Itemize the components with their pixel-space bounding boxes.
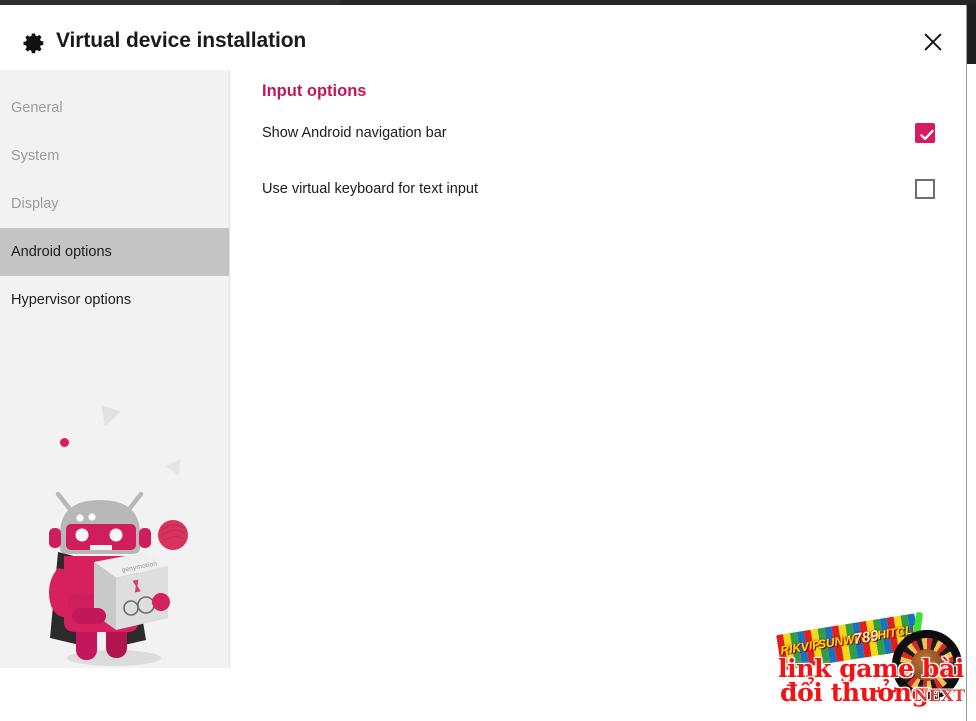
settings-main-pane: Input options Show Android navigation ba… [231, 70, 966, 668]
sidebar-nav: General System Display Android options H… [0, 70, 229, 324]
option-row-show-navigation-bar: Show Android navigation bar [262, 122, 935, 144]
sidebar-item-label: Hypervisor options [11, 292, 132, 308]
decorative-triangle [95, 405, 121, 430]
watermark-next-label: NEXT [914, 686, 966, 705]
close-button[interactable] [918, 27, 948, 57]
mascot-box: genymotion [94, 552, 170, 630]
dialog-title: Virtual device installation [56, 29, 307, 52]
window-chrome-strip [0, 0, 976, 5]
watermark-line-2: đổi thưởng [780, 678, 929, 707]
sidebar-item-general[interactable]: General [0, 84, 229, 132]
gear-icon [22, 31, 46, 55]
dialog-header: Virtual device installation [0, 5, 966, 70]
window-chrome-tabs [0, 0, 340, 5]
option-label: Use virtual keyboard for text input [262, 181, 478, 197]
section-title-input-options: Input options [262, 82, 367, 100]
sidebar-item-label: General [11, 100, 63, 116]
sidebar-item-hypervisor-options[interactable]: Hypervisor options [0, 276, 229, 324]
sidebar-item-system[interactable]: System [0, 132, 229, 180]
decorative-triangle [45, 594, 59, 607]
option-row-use-virtual-keyboard: Use virtual keyboard for text input [262, 178, 935, 200]
sidebar-item-label: System [11, 148, 60, 164]
sidebar-item-label: Display [11, 196, 59, 212]
sidebar-item-android-options[interactable]: Android options [0, 228, 229, 276]
android-robot-mascot: genymotion [49, 491, 188, 666]
checkbox-show-android-navigation-bar[interactable] [915, 123, 935, 143]
decorative-dot [60, 438, 69, 447]
dialog-right-border [966, 0, 967, 721]
decorative-triangle [165, 459, 187, 480]
svg-text:genymotion: genymotion [121, 560, 158, 574]
window-chrome-right-edge [967, 0, 976, 64]
sidebar-item-label: Android options [11, 244, 112, 260]
page-right-gutter [967, 64, 976, 721]
settings-sidebar: genymotion General System Display Androi… [0, 70, 230, 668]
virtual-device-installation-dialog: Virtual device installation genymotion G… [0, 0, 976, 721]
sidebar-item-display[interactable]: Display [0, 180, 229, 228]
close-icon [924, 33, 942, 51]
option-label: Show Android navigation bar [262, 125, 447, 141]
checkbox-use-virtual-keyboard-for-text-input[interactable] [915, 179, 935, 199]
